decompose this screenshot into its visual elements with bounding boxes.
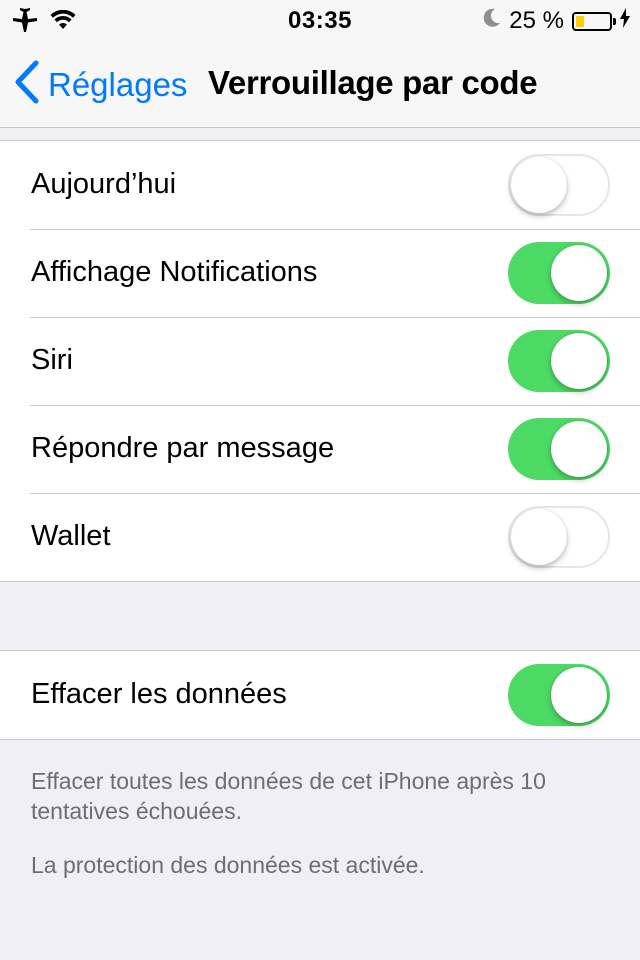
switch-knob — [551, 667, 607, 723]
row-label: Siri — [31, 344, 73, 376]
battery-icon — [572, 11, 616, 31]
row-label: Wallet — [31, 520, 111, 552]
settings-row-notifications: Affichage Notifications — [0, 229, 640, 317]
navigation-bar: Réglages Verrouillage par code — [0, 40, 640, 128]
protection-note: La protection des données est activée. — [31, 852, 425, 878]
switch-knob — [551, 333, 607, 389]
switch-knob — [551, 245, 607, 301]
battery-percent: 25 % — [509, 7, 564, 34]
toggle-switch[interactable] — [508, 506, 610, 568]
row-label: Aujourd’hui — [31, 168, 177, 200]
toggle-switch[interactable] — [508, 330, 610, 392]
chevron-left-icon — [14, 60, 40, 109]
settings-row-wallet: Wallet — [0, 493, 640, 581]
toggle-switch[interactable] — [508, 242, 610, 304]
toggle-switch[interactable] — [508, 154, 610, 216]
charging-bolt-icon — [620, 7, 630, 35]
back-label: Réglages — [48, 65, 188, 103]
status-bar: 03:35 25 % — [0, 0, 640, 40]
switch-knob — [511, 509, 567, 565]
battery-level-fill — [576, 15, 584, 27]
erase-note: Effacer toutes les données de cet iPhone… — [31, 768, 546, 824]
row-label: Effacer les données — [31, 678, 287, 710]
status-right: 25 % — [483, 7, 630, 35]
settings-row-today: Aujourd’hui — [0, 141, 640, 229]
row-label: Affichage Notifications — [31, 256, 318, 288]
back-button[interactable]: Réglages — [14, 60, 187, 109]
lock-screen-access-group: Aujourd’hui Affichage Notifications Siri… — [0, 140, 640, 582]
erase-data-group: Effacer les données — [0, 650, 640, 740]
settings-row-reply: Répondre par message — [0, 405, 640, 493]
switch-knob — [511, 157, 567, 213]
page-title: Verrouillage par code — [208, 64, 538, 101]
row-label: Répondre par message — [31, 432, 335, 464]
toggle-switch[interactable] — [508, 418, 610, 480]
settings-row-erase-data: Effacer les données — [0, 651, 640, 739]
settings-row-siri: Siri — [0, 317, 640, 405]
toggle-switch[interactable] — [508, 664, 610, 726]
moon-icon — [483, 7, 501, 35]
switch-knob — [551, 421, 607, 477]
